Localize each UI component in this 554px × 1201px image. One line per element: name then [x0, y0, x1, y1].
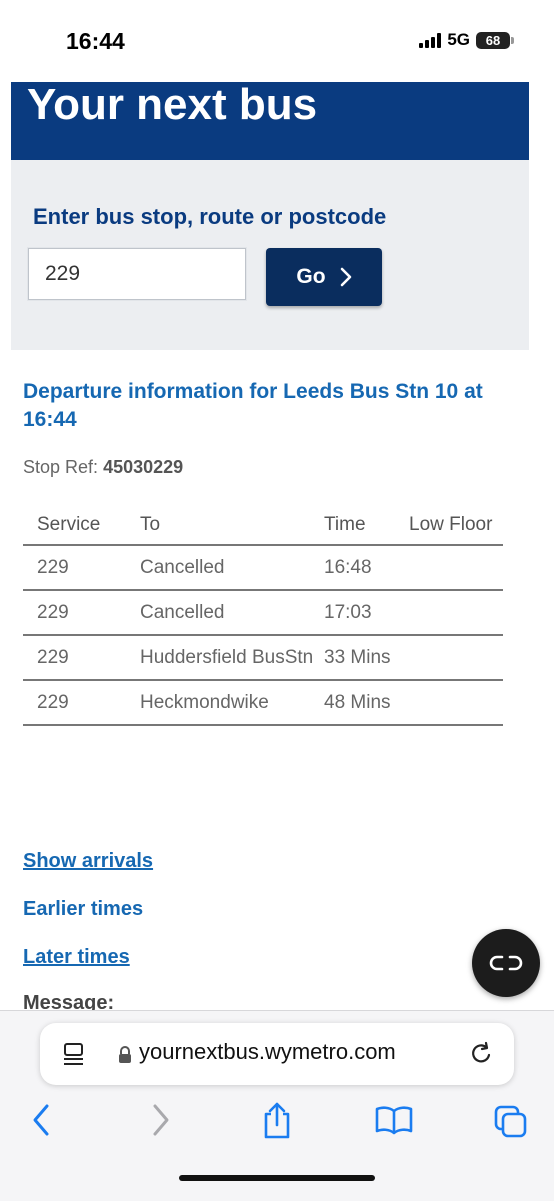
url-text: yournextbus.wymetro.com: [139, 1039, 396, 1064]
battery-level: 68: [476, 31, 510, 49]
table-header-row: Service To Time Low Floor: [23, 508, 503, 546]
table-row: 229 Huddersfield BusStn 33 Mins: [23, 635, 503, 681]
tabs-icon[interactable]: [494, 1105, 528, 1139]
table-row: 229 Heckmondwike 48 Mins: [23, 680, 503, 726]
status-indicators: 5G 68: [419, 30, 514, 50]
cell-low-floor: [409, 545, 503, 591]
reader-view-icon[interactable]: [62, 1042, 86, 1066]
departure-title: Departure information for Leeds Bus Stn …: [23, 380, 483, 431]
page-title: Your next bus: [27, 82, 318, 129]
floating-link-button[interactable]: [472, 929, 540, 997]
cell-low-floor: [409, 635, 503, 681]
cell-destination: Cancelled: [140, 590, 324, 636]
cell-low-floor: [409, 590, 503, 636]
go-button-label: Go: [296, 265, 326, 288]
cell-service: 229: [23, 635, 140, 681]
cell-service: 229: [23, 680, 140, 726]
cell-service: 229: [23, 590, 140, 636]
show-arrivals-link[interactable]: Show arrivals: [23, 850, 153, 873]
battery-icon: 68: [476, 31, 514, 49]
link-icon: [489, 955, 523, 971]
column-header-service: Service: [23, 508, 140, 546]
column-header-low-floor: Low Floor: [409, 508, 503, 546]
earlier-times-link[interactable]: Earlier times: [23, 898, 143, 921]
page-header: Your next bus: [11, 82, 529, 160]
home-indicator: [179, 1175, 375, 1181]
bookmarks-icon[interactable]: [375, 1105, 413, 1135]
browser-toolbar: yournextbus.wymetro.com: [0, 1010, 554, 1201]
cell-time: 48 Mins: [324, 680, 409, 726]
stop-ref-label: Stop Ref:: [23, 457, 99, 477]
signal-icon: [419, 32, 442, 48]
cell-time: 17:03: [324, 590, 409, 636]
search-label: Enter bus stop, route or postcode: [33, 204, 387, 229]
lock-icon: [119, 1046, 131, 1063]
table-row: 229 Cancelled 16:48: [23, 545, 503, 591]
table-row: 229 Cancelled 17:03: [23, 590, 503, 636]
reload-icon[interactable]: [470, 1041, 494, 1067]
column-header-time: Time: [324, 508, 409, 546]
cell-low-floor: [409, 680, 503, 726]
chevron-right-icon: [340, 267, 351, 287]
status-bar: 16:44 5G 68: [0, 0, 554, 82]
cell-time: 33 Mins: [324, 635, 409, 681]
column-header-to: To: [140, 508, 324, 546]
search-input[interactable]: [28, 248, 246, 300]
search-panel: Enter bus stop, route or postcode Go: [11, 160, 529, 350]
cell-destination: Huddersfield BusStn: [140, 635, 324, 681]
share-icon[interactable]: [261, 1101, 293, 1139]
address-bar[interactable]: yournextbus.wymetro.com: [40, 1023, 514, 1085]
stop-ref-value: 45030229: [103, 457, 184, 477]
go-button[interactable]: Go: [266, 248, 382, 306]
network-type: 5G: [447, 30, 470, 49]
cell-time: 16:48: [324, 545, 409, 591]
cell-service: 229: [23, 545, 140, 591]
cell-destination: Heckmondwike: [140, 680, 324, 726]
later-times-link[interactable]: Later times: [23, 946, 130, 969]
stop-ref: Stop Ref: 45030229: [23, 457, 183, 478]
forward-icon[interactable]: [148, 1103, 172, 1137]
cell-destination: Cancelled: [140, 545, 324, 591]
departures-table: Service To Time Low Floor 229 Cancelled …: [23, 508, 503, 726]
status-time: 16:44: [66, 28, 125, 54]
back-icon[interactable]: [30, 1103, 54, 1137]
